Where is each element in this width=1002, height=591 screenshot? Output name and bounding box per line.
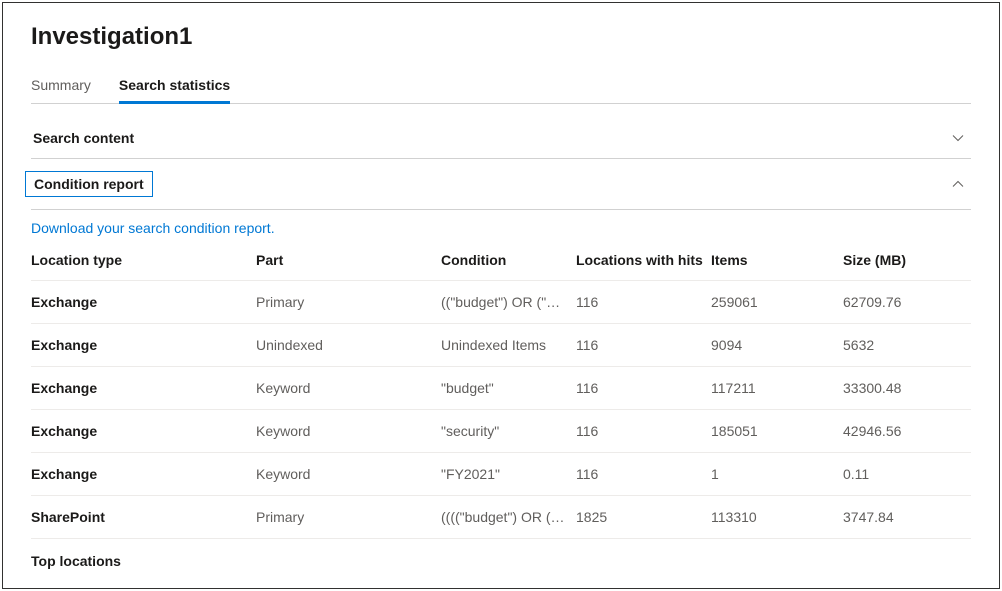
download-report-link[interactable]: Download your search condition report.	[31, 210, 275, 244]
cell-items: 1	[711, 466, 843, 482]
cell-size-mb: 0.11	[843, 466, 971, 482]
cell-items: 259061	[711, 294, 843, 310]
cell-part: Keyword	[256, 423, 441, 439]
cell-size-mb: 42946.56	[843, 423, 971, 439]
cell-locations-with-hits: 116	[576, 380, 711, 396]
page-title: Investigation1	[31, 23, 971, 51]
cell-items: 117211	[711, 380, 843, 396]
table-row: ExchangeKeyword"budget"11611721133300.48	[31, 366, 971, 409]
column-part: Part	[256, 252, 441, 268]
cell-condition: (((("budget") OR ("se…	[441, 509, 576, 525]
cell-items: 185051	[711, 423, 843, 439]
chevron-up-icon	[951, 177, 965, 191]
tab-search-statistics[interactable]: Search statistics	[119, 69, 230, 103]
tabs-bar: Summary Search statistics	[31, 69, 971, 104]
table-row: ExchangeKeyword"FY2021"11610.11	[31, 452, 971, 495]
column-locations-with-hits: Locations with hits	[576, 252, 711, 268]
cell-items: 9094	[711, 337, 843, 353]
column-condition: Condition	[441, 252, 576, 268]
cell-condition: (("budget") OR ("sec…	[441, 294, 576, 310]
cell-items: 113310	[711, 509, 843, 525]
cell-condition: Unindexed Items	[441, 337, 576, 353]
cell-locations-with-hits: 1825	[576, 509, 711, 525]
cell-locations-with-hits: 116	[576, 466, 711, 482]
cell-size-mb: 3747.84	[843, 509, 971, 525]
condition-report-table: Location type Part Condition Locations w…	[31, 244, 971, 538]
cell-location-type: Exchange	[31, 380, 256, 396]
cell-condition: "security"	[441, 423, 576, 439]
table-row: ExchangeUnindexedUnindexed Items11690945…	[31, 323, 971, 366]
cell-location-type: SharePoint	[31, 509, 256, 525]
section-search-content[interactable]: Search content	[31, 118, 971, 159]
cell-locations-with-hits: 116	[576, 337, 711, 353]
cell-condition: "FY2021"	[441, 466, 576, 482]
tab-summary[interactable]: Summary	[31, 69, 91, 103]
section-condition-report[interactable]: Condition report	[31, 159, 971, 210]
cell-condition: "budget"	[441, 380, 576, 396]
cell-locations-with-hits: 116	[576, 423, 711, 439]
column-location-type: Location type	[31, 252, 256, 268]
cell-part: Primary	[256, 294, 441, 310]
cell-part: Keyword	[256, 380, 441, 396]
column-size-mb: Size (MB)	[843, 252, 971, 268]
cell-location-type: Exchange	[31, 337, 256, 353]
table-header: Location type Part Condition Locations w…	[31, 244, 971, 280]
cell-part: Keyword	[256, 466, 441, 482]
cell-size-mb: 5632	[843, 337, 971, 353]
cell-part: Primary	[256, 509, 441, 525]
table-row: ExchangePrimary(("budget") OR ("sec…1162…	[31, 280, 971, 323]
table-row: SharePointPrimary(((("budget") OR ("se…1…	[31, 495, 971, 538]
section-condition-report-title: Condition report	[25, 171, 153, 197]
table-row: ExchangeKeyword"security"11618505142946.…	[31, 409, 971, 452]
cell-size-mb: 62709.76	[843, 294, 971, 310]
cell-size-mb: 33300.48	[843, 380, 971, 396]
column-items: Items	[711, 252, 843, 268]
cell-location-type: Exchange	[31, 294, 256, 310]
chevron-down-icon	[951, 131, 965, 145]
cell-part: Unindexed	[256, 337, 441, 353]
section-top-locations-title[interactable]: Top locations	[31, 538, 971, 583]
cell-locations-with-hits: 116	[576, 294, 711, 310]
section-search-content-title: Search content	[33, 130, 134, 146]
cell-location-type: Exchange	[31, 466, 256, 482]
cell-location-type: Exchange	[31, 423, 256, 439]
